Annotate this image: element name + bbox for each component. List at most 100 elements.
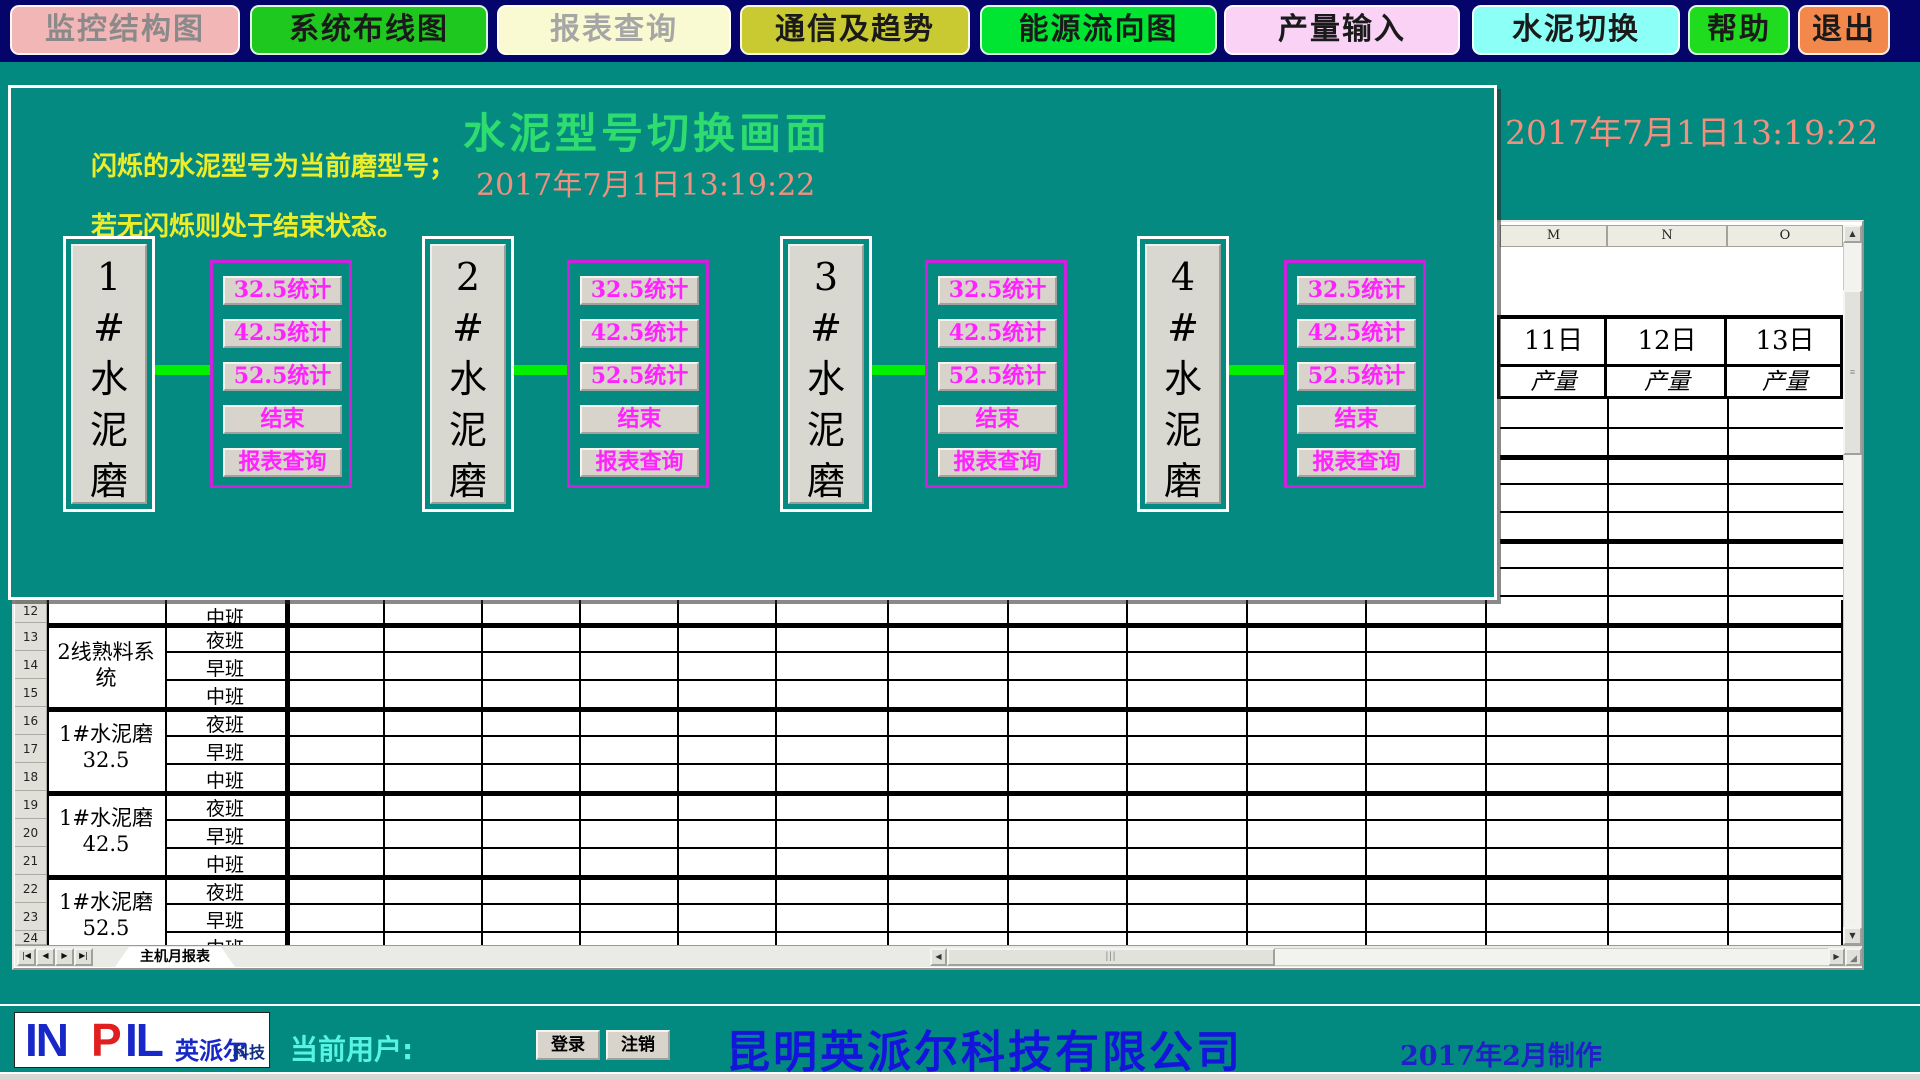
- group-sub-label: 52.5: [49, 915, 163, 941]
- mill4-button-end[interactable]: 结束: [1297, 405, 1416, 434]
- tab-next-icon[interactable]: ▶: [55, 948, 74, 966]
- mill2-button-stat525[interactable]: 52.5统计: [580, 362, 699, 391]
- production-subheader: 产量: [1607, 369, 1727, 397]
- group-label: 1#水泥磨: [49, 805, 163, 831]
- bottom-strip: [0, 1074, 1920, 1080]
- nav-button-3[interactable]: 报表查询: [497, 5, 731, 55]
- mill2-button-end[interactable]: 结束: [580, 405, 699, 434]
- mill3-button-report[interactable]: 报表查询: [938, 448, 1057, 477]
- grid-line: [1727, 399, 1729, 600]
- group-sub-label: 42.5: [49, 831, 163, 857]
- grid-line: [165, 819, 1843, 821]
- grid-line: [481, 600, 483, 945]
- screen: MNO11日12日13日产量产量产量12中班13夜班14早班15中班16夜班17…: [0, 0, 1920, 1080]
- mill4-button-stat325[interactable]: 32.5统计: [1297, 276, 1416, 305]
- mill3-button-stat525[interactable]: 52.5统计: [938, 362, 1057, 391]
- mill3-button-stat325[interactable]: 32.5统计: [938, 276, 1057, 305]
- day-header: 11日: [1500, 318, 1607, 364]
- v-scroll-down-arrow-icon[interactable]: ▼: [1843, 927, 1862, 945]
- grid-line: [165, 735, 1843, 737]
- shift-cell: 夜班: [167, 794, 283, 821]
- row-number: 18: [15, 763, 47, 791]
- mill2-button-stat325[interactable]: 32.5统计: [580, 276, 699, 305]
- mill-box-4: 4 # 水 泥 磨: [1137, 236, 1229, 512]
- mill2-button-stat425[interactable]: 42.5统计: [580, 319, 699, 348]
- made-date: 2017年2月制作: [1400, 1034, 1602, 1073]
- system-datetime: 2017年7月1日13:19:22: [1505, 106, 1878, 154]
- sheet-tab-strip: |◀◀▶▶|主机月报表◀|||▶◢: [15, 945, 1862, 967]
- mill4-button-stat525[interactable]: 52.5统计: [1297, 362, 1416, 391]
- shift-cell: 中班: [167, 682, 283, 709]
- nav-button-5[interactable]: 能源流向图: [980, 5, 1217, 55]
- mill1-button-report[interactable]: 报表查询: [223, 448, 342, 477]
- mill2-button-report[interactable]: 报表查询: [580, 448, 699, 477]
- mill-connector: [514, 365, 567, 375]
- grid-line: [1500, 483, 1843, 485]
- grid-line: [1607, 600, 1609, 945]
- grid-line: [1727, 600, 1729, 945]
- company-logo: IN P IL 英派尔 科技: [14, 1012, 270, 1068]
- shift-cell: 早班: [167, 654, 283, 681]
- shift-cell: 夜班: [167, 626, 283, 653]
- dialog-datetime: 2017年7月1日13:19:22: [476, 160, 815, 204]
- grid-line: [1500, 539, 1843, 544]
- h-scroll-left-arrow-icon[interactable]: ◀: [930, 948, 947, 966]
- grid-line: [1500, 567, 1843, 569]
- shift-cell: 早班: [167, 822, 283, 849]
- mill1-button-stat525[interactable]: 52.5统计: [223, 362, 342, 391]
- grid-line: [1007, 600, 1009, 945]
- grid-line: [1500, 455, 1843, 460]
- tab-last-icon[interactable]: ▶|: [74, 948, 93, 966]
- shift-cell: 夜班: [167, 710, 283, 737]
- nav-button-6[interactable]: 产量输入: [1224, 5, 1460, 55]
- grid-line: [1500, 427, 1843, 429]
- nav-button-7[interactable]: 水泥切换: [1472, 5, 1680, 55]
- mill-box-2: 2 # 水 泥 磨: [422, 236, 514, 512]
- nav-button-2[interactable]: 系统布线图: [250, 5, 488, 55]
- mill1-button-end[interactable]: 结束: [223, 405, 342, 434]
- v-scrollbar-thumb[interactable]: ≡: [1843, 290, 1862, 455]
- mill1-button-stat425[interactable]: 42.5统计: [223, 319, 342, 348]
- mill3-button-stat425[interactable]: 42.5统计: [938, 319, 1057, 348]
- mill-button-group-4: 32.5统计 42.5统计 52.5统计结束报表查询: [1284, 260, 1426, 488]
- row-number: 12: [15, 600, 47, 623]
- grid-line: [47, 707, 1843, 712]
- tab-prev-icon[interactable]: ◀: [36, 948, 55, 966]
- mill-button-group-1: 32.5统计 42.5统计 52.5统计结束报表查询: [210, 260, 352, 488]
- resize-corner-icon: ◢: [1845, 948, 1862, 966]
- row-number: 17: [15, 735, 47, 763]
- day-header: 12日: [1607, 318, 1727, 364]
- sheet-tab[interactable]: 主机月报表: [115, 947, 235, 967]
- top-nav: 监控结构图系统布线图报表查询通信及趋势能源流向图产量输入水泥切换帮助退出: [0, 0, 1920, 62]
- mill3-button-end[interactable]: 结束: [938, 405, 1057, 434]
- tab-first-icon[interactable]: |◀: [17, 948, 36, 966]
- logout-button[interactable]: 注销: [606, 1030, 670, 1060]
- mill-connector: [872, 365, 925, 375]
- mill-box-3: 3 # 水 泥 磨: [780, 236, 872, 512]
- grid-line: [1485, 600, 1487, 945]
- nav-button-4[interactable]: 通信及趋势: [740, 5, 970, 55]
- logo-text-p: P: [91, 1013, 120, 1067]
- group-label: 2线熟料系统: [49, 639, 163, 691]
- h-scrollbar-thumb[interactable]: |||: [947, 948, 1275, 966]
- column-header-O: O: [1727, 225, 1843, 247]
- mill-button-group-3: 32.5统计 42.5统计 52.5统计结束报表查询: [925, 260, 1067, 488]
- nav-button-9[interactable]: 退出: [1798, 5, 1890, 55]
- mill4-button-stat425[interactable]: 42.5统计: [1297, 319, 1416, 348]
- grid-line: [1126, 600, 1128, 945]
- mill4-button-report[interactable]: 报表查询: [1297, 448, 1416, 477]
- production-subheader: 产量: [1727, 369, 1843, 397]
- row-number: 14: [15, 651, 47, 679]
- nav-button-1[interactable]: 监控结构图: [10, 5, 240, 55]
- row-number: 13: [15, 623, 47, 651]
- grid-line: [47, 623, 1843, 628]
- grid-line: [165, 679, 1843, 681]
- nav-button-8[interactable]: 帮助: [1688, 5, 1790, 55]
- grid-line: [887, 600, 889, 945]
- row-number: 24: [15, 931, 47, 945]
- footer-bar: IN P IL 英派尔 科技 当前用户: 登录 注销 昆明英派尔科技有限公司 2…: [0, 1004, 1920, 1074]
- v-scroll-up-arrow-icon[interactable]: ▲: [1843, 225, 1862, 243]
- mill1-button-stat325[interactable]: 32.5统计: [223, 276, 342, 305]
- h-scroll-right-arrow-icon[interactable]: ▶: [1828, 948, 1845, 966]
- login-button[interactable]: 登录: [536, 1030, 600, 1060]
